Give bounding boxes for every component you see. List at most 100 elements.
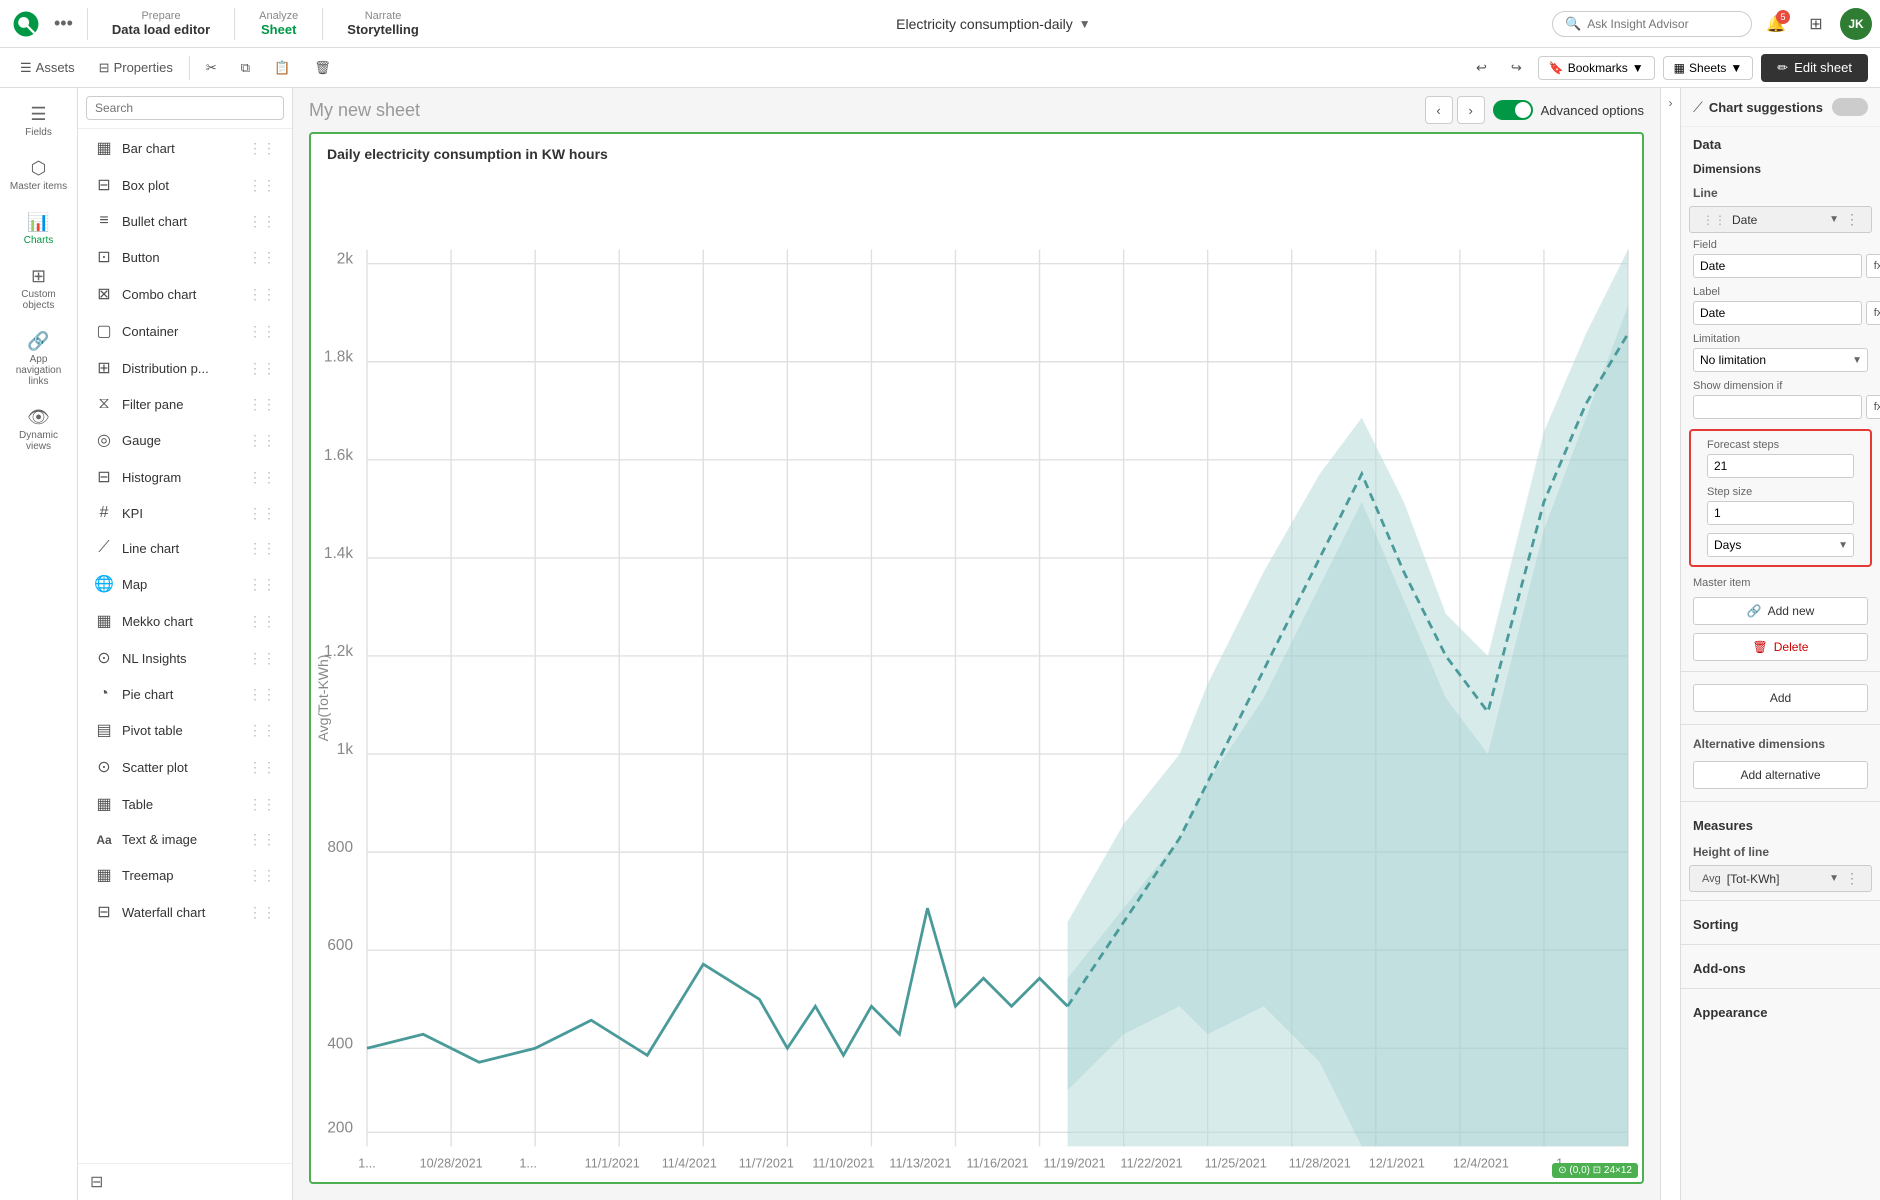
chart-item-filter-pane[interactable]: ⧖ Filter pane ⋮⋮ [82,387,288,421]
mekko-chart-drag-icon[interactable]: ⋮⋮ [248,613,276,630]
chart-item-scatter-plot[interactable]: ⊙ Scatter plot ⋮⋮ [82,749,288,785]
limitation-select[interactable]: No limitation [1693,348,1868,372]
gauge-drag-icon[interactable]: ⋮⋮ [248,432,276,449]
sidebar-item-app-nav-links[interactable]: 🔗 App navigation links [4,323,74,395]
chart-suggestions-collapse[interactable]: › [1660,88,1680,1200]
filter-pane-drag-icon[interactable]: ⋮⋮ [248,396,276,413]
button-drag-icon[interactable]: ⋮⋮ [248,249,276,266]
sidebar-item-custom-objects[interactable]: ⊞ Custom objects [4,258,74,319]
chart-item-table[interactable]: ▦ Table ⋮⋮ [82,786,288,822]
treemap-drag-icon[interactable]: ⋮⋮ [248,867,276,884]
chart-suggestions-toggle[interactable] [1832,98,1868,116]
paste-button[interactable]: 📋 [266,56,298,80]
pivot-table-drag-icon[interactable]: ⋮⋮ [248,722,276,739]
show-dimension-if-fx-button[interactable]: fx [1866,395,1880,419]
dimension-date-item[interactable]: ⋮⋮ Date ▼ ⋮ [1689,206,1872,233]
grid-icon[interactable]: ⊞ [1800,8,1832,40]
chart-item-combo-chart[interactable]: ⊠ Combo chart ⋮⋮ [82,276,288,312]
field-input[interactable] [1693,254,1862,278]
redo-button[interactable]: ↪ [1503,56,1530,80]
bottom-nav-icon[interactable]: ⊟ [90,1174,103,1191]
chart-item-waterfall-chart[interactable]: ⊟ Waterfall chart ⋮⋮ [82,894,288,930]
chart-item-button[interactable]: ⊡ Button ⋮⋮ [82,239,288,275]
chart-item-line-chart[interactable]: ⟋ Line chart ⋮⋮ [82,531,288,565]
step-unit-select[interactable]: Days [1707,533,1854,557]
box-plot-drag-icon[interactable]: ⋮⋮ [248,177,276,194]
properties-button[interactable]: ⊟ Properties [91,56,181,80]
sidebar-item-dynamic-views[interactable]: 👁 Dynamic views [4,399,74,460]
dimension-drag-icon[interactable]: ⋮⋮ [1702,213,1726,227]
undo-button[interactable]: ↩ [1468,56,1495,80]
container-drag-icon[interactable]: ⋮⋮ [248,323,276,340]
add-alternative-button[interactable]: Add alternative [1693,761,1868,789]
cut-button[interactable]: ✂ [198,56,225,80]
advanced-options-toggle[interactable]: Advanced options [1493,100,1644,120]
bookmarks-button[interactable]: 🔖 Bookmarks ▼ [1538,56,1655,80]
measure-avg-item[interactable]: Avg [Tot-KWh] ▼ ⋮ [1689,865,1872,892]
chart-item-container[interactable]: ▢ Container ⋮⋮ [82,313,288,349]
bar-chart-drag-icon[interactable]: ⋮⋮ [248,140,276,157]
sheet-prev-button[interactable]: ‹ [1425,96,1453,124]
add-dimension-button[interactable]: Add [1693,684,1868,712]
chart-item-bar-chart[interactable]: ▦ Bar chart ⋮⋮ [82,130,288,166]
nav-analyze[interactable]: Analyze Sheet [243,6,314,41]
measure-dots-icon[interactable]: ⋮ [1845,870,1859,887]
waterfall-chart-drag-icon[interactable]: ⋮⋮ [248,904,276,921]
chart-item-pivot-table[interactable]: ▤ Pivot table ⋮⋮ [82,712,288,748]
pie-chart-drag-icon[interactable]: ⋮⋮ [248,686,276,703]
step-size-input[interactable] [1707,501,1854,525]
app-title[interactable]: Electricity consumption-daily ▼ [439,16,1548,32]
edit-sheet-button[interactable]: ✏ Edit sheet [1761,54,1868,82]
kpi-drag-icon[interactable]: ⋮⋮ [248,505,276,522]
advanced-options-toggle-switch[interactable] [1493,100,1533,120]
notifications-button[interactable]: 🔔 5 [1760,8,1792,40]
table-drag-icon[interactable]: ⋮⋮ [248,796,276,813]
delete-button[interactable]: 🗑 [306,56,339,80]
assets-button[interactable]: ☰ Assets [12,56,83,80]
map-drag-icon[interactable]: ⋮⋮ [248,576,276,593]
distribution-p-drag-icon[interactable]: ⋮⋮ [248,360,276,377]
chart-item-histogram[interactable]: ⊟ Histogram ⋮⋮ [82,459,288,495]
search-input[interactable] [1587,17,1737,31]
measure-chevron-icon[interactable]: ▼ [1829,873,1839,884]
delete-button[interactable]: 🗑 Delete [1693,633,1868,661]
charts-search-input[interactable] [86,96,284,120]
user-avatar[interactable]: JK [1840,8,1872,40]
chart-item-mekko-chart[interactable]: ▦ Mekko chart ⋮⋮ [82,603,288,639]
field-fx-button[interactable]: fx [1866,254,1880,278]
chart-item-bullet-chart[interactable]: ≡ Bullet chart ⋮⋮ [82,204,288,238]
chart-item-map[interactable]: 🌐 Map ⋮⋮ [82,566,288,602]
show-dimension-if-input[interactable] [1693,395,1862,419]
chart-item-box-plot[interactable]: ⊟ Box plot ⋮⋮ [82,167,288,203]
nav-more-icon[interactable]: ••• [48,9,79,38]
insight-advisor-search[interactable]: 🔍 [1552,11,1752,37]
sidebar-item-fields[interactable]: ☰ Fields [4,96,74,146]
qlik-logo[interactable] [8,6,44,42]
nav-prepare[interactable]: Prepare Data load editor [96,6,226,41]
sheets-button[interactable]: ▦ Sheets ▼ [1663,56,1754,80]
chart-item-kpi[interactable]: # KPI ⋮⋮ [82,496,288,530]
nav-narrate[interactable]: Narrate Storytelling [331,6,435,41]
scatter-plot-drag-icon[interactable]: ⋮⋮ [248,759,276,776]
chart-item-text-image[interactable]: Aa Text & image ⋮⋮ [82,823,288,856]
chart-item-nl-insights[interactable]: ⊙ NL Insights ⋮⋮ [82,640,288,676]
chart-item-gauge[interactable]: ◎ Gauge ⋮⋮ [82,422,288,458]
chart-item-pie-chart[interactable]: ◔ Pie chart ⋮⋮ [82,677,288,711]
text-image-drag-icon[interactable]: ⋮⋮ [248,831,276,848]
chart-item-treemap[interactable]: ▦ Treemap ⋮⋮ [82,857,288,893]
line-chart-drag-icon[interactable]: ⋮⋮ [248,540,276,557]
copy-button[interactable]: ⧉ [233,56,258,80]
label-fx-button[interactable]: fx [1866,301,1880,325]
sidebar-item-charts[interactable]: 📊 Charts [4,204,74,254]
label-input[interactable] [1693,301,1862,325]
dimension-dots-icon[interactable]: ⋮ [1845,211,1859,228]
sidebar-item-master-items[interactable]: ⬡ Master items [4,150,74,200]
bullet-chart-drag-icon[interactable]: ⋮⋮ [248,213,276,230]
combo-chart-drag-icon[interactable]: ⋮⋮ [248,286,276,303]
nl-insights-drag-icon[interactable]: ⋮⋮ [248,650,276,667]
forecast-steps-input[interactable] [1707,454,1854,478]
add-new-button[interactable]: 🔗 Add new [1693,597,1868,625]
dimension-chevron-icon[interactable]: ▼ [1829,214,1839,225]
sheet-next-button[interactable]: › [1457,96,1485,124]
chart-item-distribution-p[interactable]: ⊞ Distribution p... ⋮⋮ [82,350,288,386]
